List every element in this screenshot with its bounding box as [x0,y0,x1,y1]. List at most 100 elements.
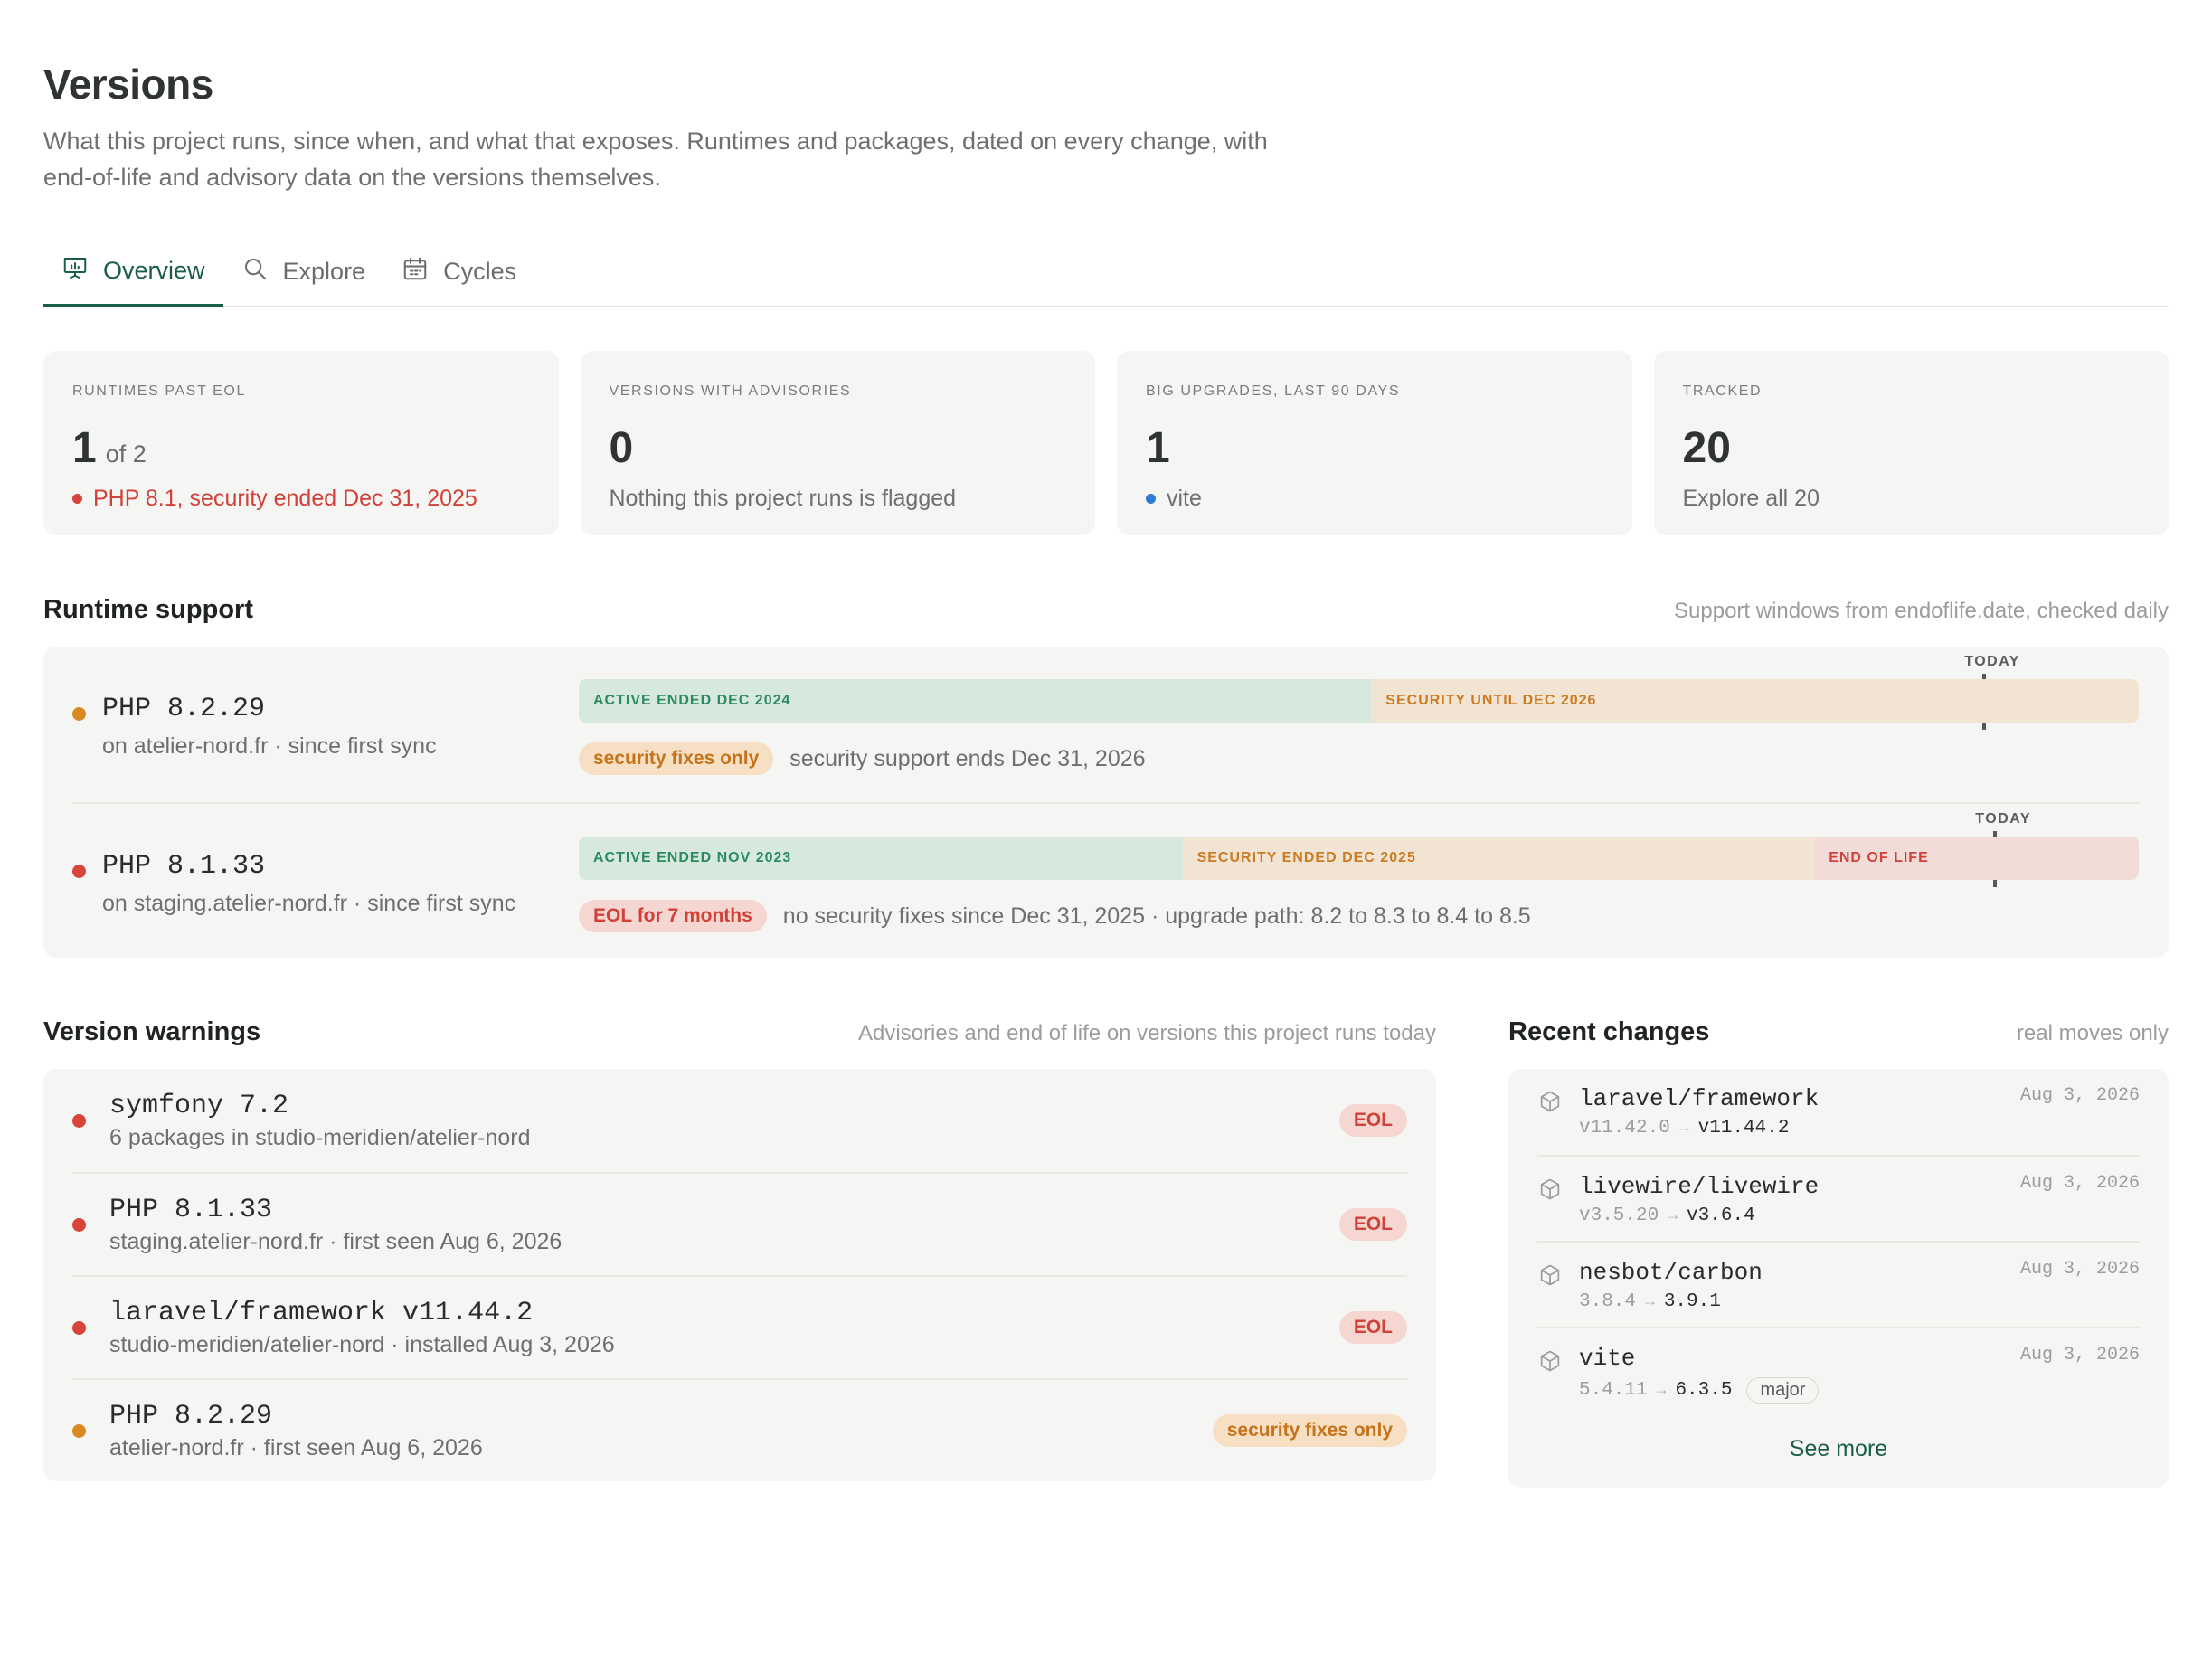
runtime-panel: PHP 8.2.29 on atelier-nord.fr · since fi… [43,647,2169,958]
version-to: 3.9.1 [1663,1291,1721,1312]
segment-security: SECURITY ENDED DEC 2025 [1182,836,1815,880]
tab-overview[interactable]: Overview [43,237,223,307]
card-value: 1 [1146,423,1603,473]
today-label: TODAY [1964,654,2020,669]
version-change: v11.42.0 → v11.44.2 [1579,1118,2004,1139]
change-item[interactable]: nesbot/carbon 3.8.4 → 3.9.1 Aug 3, 2026 [1537,1241,2140,1327]
card-value: 20 [1683,423,2141,473]
see-more-link[interactable]: See more [1537,1413,2140,1488]
version-from: v11.42.0 [1579,1118,1670,1139]
status-dot-icon [72,494,82,504]
recent-changes-section: Recent changes real moves only laravel/f… [1508,1017,2169,1488]
support-timeline: TODAY ACTIVE ENDED DEC 2024 SECURITY UNT… [579,647,2140,802]
section-header: Recent changes real moves only [1508,1017,2169,1047]
card-value-number: 1 [1146,424,1170,472]
warning-sub: studio-meridien/atelier-nord · installed… [109,1331,615,1357]
section-note: Advisories and end of life on versions t… [857,1021,1436,1045]
warning-name: PHP 8.1.33 [109,1194,273,1225]
change-item[interactable]: livewire/livewire v3.5.20 → v3.6.4 Aug 3… [1537,1155,2140,1241]
package-name: vite [1579,1345,1636,1372]
major-tag: major [1746,1377,1820,1404]
section-title: Runtime support [43,595,253,624]
change-date: Aug 3, 2026 [2019,1085,2140,1106]
warning-sub: staging.atelier-nord.fr · first seen Aug… [109,1228,562,1254]
arrow-right-icon: → [1678,1119,1689,1138]
status-dot-icon [72,707,86,721]
search-icon [241,255,269,288]
section-note: real moves only [2016,1021,2169,1045]
version-from: 5.4.11 [1579,1380,1648,1401]
eol-badge: EOL [1338,1208,1407,1241]
card-sub: vite [1146,486,1603,512]
recent-panel: laravel/framework v11.42.0 → v11.44.2 Au… [1508,1069,2169,1488]
card-sub-text: PHP 8.1, security ended Dec 31, 2025 [93,486,477,511]
warning-item[interactable]: symfony 7.2 6 packages in studio-meridie… [72,1069,1407,1172]
warnings-panel: symfony 7.2 6 packages in studio-meridie… [43,1069,1436,1481]
warning-sub: 6 packages in studio-meridien/atelier-no… [109,1124,531,1150]
card-value-number: 20 [1682,424,1731,472]
runtime-meta-text: no security fixes since Dec 31, 2025 · u… [782,903,1531,929]
runtime-row[interactable]: PHP 8.2.29 on atelier-nord.fr · since fi… [72,647,2140,802]
card-big-upgrades[interactable]: BIG UPGRADES, LAST 90 DAYS 1 vite [1117,351,1632,535]
status-dot-icon [72,1423,86,1438]
card-versions-with-advisories[interactable]: VERSIONS WITH ADVISORIES 0 Nothing this … [580,351,1095,535]
change-item[interactable]: vite 5.4.11 → 6.3.5 major Aug 3, 2026 [1537,1327,2140,1413]
segment-active: ACTIVE ENDED DEC 2024 [579,679,1372,723]
card-runtimes-past-eol[interactable]: RUNTIMES PAST EOL 1 of 2 PHP 8.1, securi… [43,351,559,535]
status-pill: security fixes only [579,742,774,775]
security-badge: security fixes only [1212,1414,1407,1447]
versions-page: Versions What this project runs, since w… [0,0,2212,1673]
bottom-section: Version warnings Advisories and end of l… [43,1017,2169,1488]
arrow-right-icon: → [1656,1381,1667,1400]
warning-item[interactable]: PHP 8.1.33 staging.atelier-nord.fr · fir… [72,1172,1407,1275]
runtime-name: PHP 8.2.29 [102,694,266,724]
eol-badge: EOL [1338,1311,1407,1344]
version-to: v3.6.4 [1687,1205,1755,1226]
tab-label: Cycles [443,257,517,285]
package-icon [1537,1259,1563,1327]
today-label: TODAY [1975,811,2032,827]
warning-item[interactable]: PHP 8.2.29 atelier-nord.fr · first seen … [72,1378,1407,1481]
package-name: laravel/framework [1579,1085,1820,1112]
runtime-row[interactable]: PHP 8.1.33 on staging.atelier-nord.fr · … [72,802,2140,958]
segment-eol: END OF LIFE [1814,836,2139,880]
status-dot-icon [72,865,86,878]
card-sub-text: vite [1167,486,1202,511]
runtime-meta: security fixes only security support end… [579,742,2140,775]
segment-active: ACTIVE ENDED NOV 2023 [579,836,1183,880]
card-value-number: 1 [72,424,97,472]
status-dot-icon [1146,494,1156,504]
version-change: 5.4.11 → 6.3.5 major [1579,1377,2004,1404]
section-title: Recent changes [1508,1017,1710,1046]
package-icon [1537,1085,1563,1155]
runtime-sub: on atelier-nord.fr · since first sync [102,733,437,759]
explore-all-link[interactable]: Explore all 20 [1683,486,1820,512]
card-label: TRACKED [1682,383,1763,399]
card-label: RUNTIMES PAST EOL [72,383,246,399]
change-item[interactable]: laravel/framework v11.42.0 → v11.44.2 Au… [1537,1069,2140,1155]
change-date: Aug 3, 2026 [2019,1345,2140,1366]
runtime-info: PHP 8.2.29 on atelier-nord.fr · since fi… [72,647,579,802]
arrow-right-icon: → [1668,1206,1678,1225]
card-value-suffix: of 2 [105,440,147,468]
card-sub: Explore all 20 [1683,486,2141,512]
runtime-meta-text: security support ends Dec 31, 2026 [789,745,1146,771]
warning-name: symfony 7.2 [109,1090,289,1121]
card-label: BIG UPGRADES, LAST 90 DAYS [1146,383,1401,399]
card-tracked[interactable]: TRACKED 20 Explore all 20 [1653,351,2169,535]
warning-sub: atelier-nord.fr · first seen Aug 6, 2026 [109,1434,483,1460]
section-header: Runtime support Support windows from end… [43,595,2169,625]
warning-item[interactable]: laravel/framework v11.44.2 studio-meridi… [72,1275,1407,1378]
package-name: livewire/livewire [1579,1173,1820,1200]
section-header: Version warnings Advisories and end of l… [43,1017,1436,1047]
card-sub-text: Nothing this project runs is flagged [609,486,957,511]
support-timeline: TODAY ACTIVE ENDED NOV 2023 SECURITY END… [579,804,2140,958]
card-sub: PHP 8.1, security ended Dec 31, 2025 [72,486,530,512]
version-change: v3.5.20 → v3.6.4 [1579,1205,2004,1226]
runtime-sub: on staging.atelier-nord.fr · since first… [102,891,516,916]
tab-cycles[interactable]: Cycles [383,237,534,306]
version-to: v11.44.2 [1697,1118,1790,1139]
tab-explore[interactable]: Explore [223,237,384,306]
support-bar: ACTIVE ENDED NOV 2023 SECURITY ENDED DEC… [579,836,2139,880]
tab-bar: Overview Explore Cycles [43,237,2169,307]
